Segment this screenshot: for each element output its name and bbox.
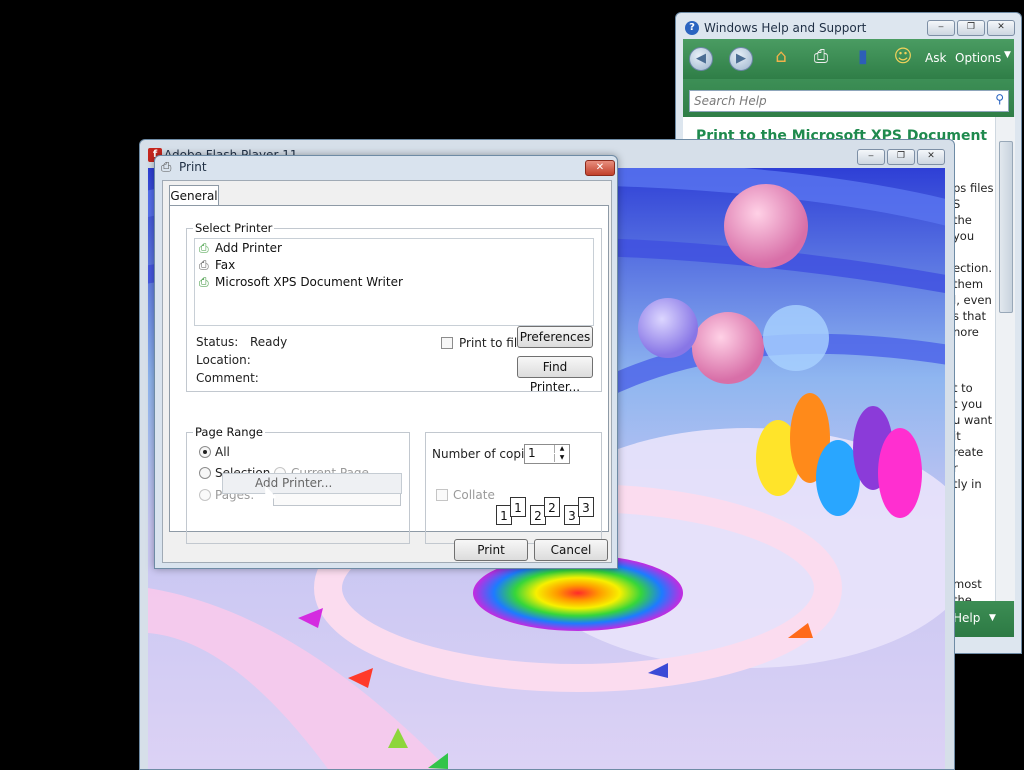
search-placeholder: Search Help xyxy=(694,94,767,108)
search-input[interactable]: Search Help ⚲ xyxy=(689,90,1009,112)
back-icon[interactable]: ◀ xyxy=(689,47,713,71)
minimize-button[interactable]: ‒ xyxy=(857,149,885,165)
status-label: Status: xyxy=(196,335,239,349)
select-printer-group: Select Printer ⎙ Add Printer ⎙ Fax ⎙ Micros… xyxy=(186,221,602,394)
search-icon[interactable]: ⚲ xyxy=(995,92,1004,106)
help-icon: ? xyxy=(685,21,699,35)
copies-group: Number of copies: 1 ▲ ▼ Collate 1 1 2 2 … xyxy=(425,432,602,544)
list-item[interactable]: ⎙ Add Printer xyxy=(199,241,282,256)
ask-button[interactable]: Ask xyxy=(925,51,946,65)
help-text: you xyxy=(953,229,975,243)
collate-page: 2 xyxy=(544,497,560,517)
list-item[interactable]: ⎙ Fax xyxy=(199,258,235,273)
scrollbar-thumb[interactable] xyxy=(999,141,1013,313)
pages-radio[interactable] xyxy=(199,489,211,501)
collate-page: 3 xyxy=(578,497,594,517)
options-chevron-down-icon[interactable]: ▼ xyxy=(1004,50,1011,60)
printer-icon: ⎙ xyxy=(161,160,172,175)
help-text: ps files xyxy=(953,181,994,195)
status-value: Ready xyxy=(250,335,288,349)
help-text: ection. xyxy=(953,261,993,275)
help-chevron-down-icon[interactable]: ▼ xyxy=(989,613,996,623)
help-text: t to xyxy=(953,381,973,395)
help-text: tly in xyxy=(953,477,982,491)
printer-name: Microsoft XPS Document Writer xyxy=(215,275,403,289)
page-range-legend: Page Range xyxy=(193,425,265,439)
maximize-button[interactable]: ❐ xyxy=(887,149,915,165)
help-text: the xyxy=(953,213,972,227)
help-menu-button[interactable]: Help xyxy=(953,611,980,625)
help-toolbar: ◀ ▶ ⌂ ⎙ ▮ ☺ Ask Options ▼ xyxy=(683,39,1014,79)
close-button[interactable]: ✕ xyxy=(987,20,1015,36)
spin-up-icon[interactable]: ▲ xyxy=(554,445,569,453)
help-text: most xyxy=(953,577,982,591)
close-button[interactable]: ✕ xyxy=(917,149,945,165)
home-icon[interactable]: ⌂ xyxy=(769,45,793,69)
help-window-title: Windows Help and Support xyxy=(704,21,867,35)
help-text: the xyxy=(953,593,972,601)
collate-label: Collate xyxy=(453,488,495,502)
maximize-button[interactable]: ❐ xyxy=(957,20,985,36)
help-scrollbar[interactable] xyxy=(995,117,1015,601)
minimize-button[interactable]: ‒ xyxy=(927,20,955,36)
preferences-button[interactable]: Preferences xyxy=(517,326,593,348)
help-text: reate xyxy=(953,445,984,459)
options-button[interactable]: Options xyxy=(955,51,1001,65)
help-text: t you xyxy=(953,397,983,411)
list-item[interactable]: ⎙ Microsoft XPS Document Writer xyxy=(199,275,403,290)
comment-label: Comment: xyxy=(196,371,259,385)
print-dialog-body: General Select Printer ⎙ Add Printer ⎙ Fax… xyxy=(162,180,612,563)
printer-name: Add Printer xyxy=(215,241,282,255)
print-to-file-checkbox[interactable] xyxy=(441,337,453,349)
selection-radio[interactable] xyxy=(199,467,211,479)
collate-page: 1 xyxy=(510,497,526,517)
help-text: nore xyxy=(953,325,979,339)
add-printer-icon: ⎙ xyxy=(199,241,209,255)
xps-printer-icon: ⎙ xyxy=(199,275,209,289)
ask-icon[interactable]: ☺ xyxy=(891,45,915,69)
close-button[interactable]: ✕ xyxy=(585,160,615,176)
all-label: All xyxy=(215,445,230,459)
print-dialog-title: Print xyxy=(179,160,207,174)
print-to-file-label: Print to file xyxy=(459,336,525,350)
printer-list[interactable]: ⎙ Add Printer ⎙ Fax ⎙ Microsoft XPS Documen… xyxy=(194,238,594,326)
spin-down-icon[interactable]: ▼ xyxy=(554,454,569,462)
help-text: them xyxy=(953,277,984,291)
all-radio[interactable] xyxy=(199,446,211,458)
tab-general[interactable]: General xyxy=(169,185,219,206)
collate-checkbox[interactable] xyxy=(436,489,448,501)
cancel-button[interactable]: Cancel xyxy=(534,539,608,561)
help-text: l, even xyxy=(953,293,992,307)
printer-name: Fax xyxy=(215,258,236,272)
help-text: s that xyxy=(953,309,987,323)
print-dialog: ⎙ Print ✕ General Select Printer ⎙ Add Pr… xyxy=(154,155,618,569)
print-button[interactable]: Print xyxy=(454,539,528,561)
copies-value: 1 xyxy=(528,446,536,460)
help-search-bar: Search Help ⚲ xyxy=(683,79,1014,117)
copies-stepper[interactable]: 1 ▲ ▼ xyxy=(524,444,570,464)
fax-icon: ⎙ xyxy=(199,258,209,272)
tooltip: Add Printer... xyxy=(222,473,402,494)
help-text: u want xyxy=(953,413,993,427)
forward-icon[interactable]: ▶ xyxy=(729,47,753,71)
print-icon[interactable]: ⎙ xyxy=(809,45,833,69)
location-label: Location: xyxy=(196,353,251,367)
find-printer-button[interactable]: Find Printer... xyxy=(517,356,593,394)
browse-icon[interactable]: ▮ xyxy=(851,45,875,69)
select-printer-legend: Select Printer xyxy=(193,221,275,235)
